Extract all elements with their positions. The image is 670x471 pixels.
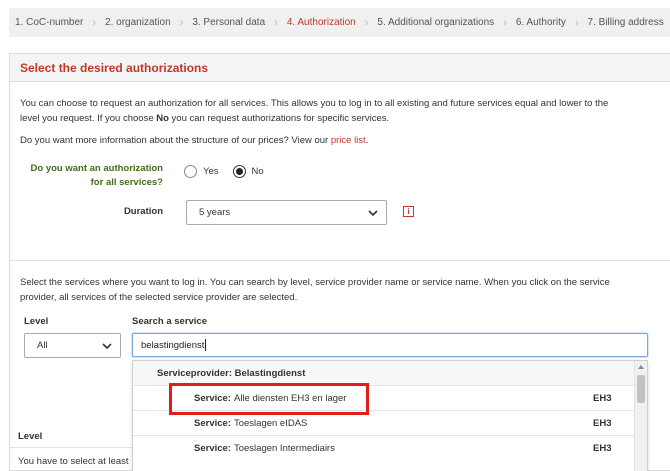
- radio-no[interactable]: No: [232, 165, 264, 178]
- radio-yes-label: Yes: [203, 166, 219, 177]
- prices-sentence: Do you want more information about the s…: [20, 135, 331, 146]
- service-level: EH3: [593, 392, 612, 404]
- chevron-down-icon: [368, 209, 378, 216]
- step-separator-icon: ›: [364, 16, 369, 29]
- step-6: 6. Authority: [515, 17, 566, 28]
- radio-yes[interactable]: Yes: [184, 165, 219, 178]
- price-list-link[interactable]: price list: [331, 135, 366, 146]
- duration-select[interactable]: 5 years: [186, 200, 387, 225]
- prices-text: Do you want more information about the s…: [20, 133, 660, 148]
- step-separator-icon: ›: [274, 16, 278, 29]
- service-title: Toeslagen eIDAS: [233, 417, 308, 429]
- dropdown-scrollbar[interactable]: [634, 361, 647, 471]
- step-4: 4. Authorization: [286, 17, 356, 28]
- chevron-down-icon: [102, 342, 112, 349]
- service-name: Service: Toeslagen eIDAS: [194, 418, 307, 429]
- services-intro-line-2: provider, all services of the selected s…: [20, 292, 298, 303]
- duration-value: 5 years: [199, 207, 231, 218]
- step-separator-icon: ›: [92, 16, 97, 29]
- search-input-value: belastingdienst: [141, 339, 205, 351]
- service-level: EH3: [593, 442, 612, 454]
- services-intro: Select the services where you want to lo…: [20, 275, 660, 305]
- step-2: 2. organization: [105, 17, 171, 28]
- info-icon[interactable]: i: [403, 206, 414, 217]
- duration-label: Duration: [123, 206, 163, 217]
- section-divider: [10, 260, 670, 261]
- level-value: All: [37, 340, 48, 351]
- step-7: 7. Billing address: [587, 17, 664, 28]
- scroll-thumb[interactable]: [637, 375, 645, 403]
- services-intro-line-1: Select the services where you want to lo…: [20, 277, 610, 288]
- level-select[interactable]: All: [24, 333, 121, 358]
- search-label: Search a service: [132, 316, 208, 327]
- text-cursor: [205, 339, 207, 351]
- service-name: Service: Toeslagen Intermediairs: [194, 443, 335, 454]
- scroll-up-arrow-icon[interactable]: [638, 365, 644, 369]
- level-label: Level: [24, 316, 49, 327]
- prices-end: .: [365, 135, 369, 146]
- intro-line-2-a: level you request. If you choose: [20, 113, 157, 124]
- step-separator-icon: ›: [179, 16, 184, 29]
- all-services-radio-group: Yes No: [184, 165, 264, 178]
- intro-no-bold: No: [156, 113, 169, 124]
- service-prefix: Service:: [194, 442, 231, 454]
- panel-title: Select the desired authorizations: [20, 60, 209, 75]
- service-search-input[interactable]: belastingdienst: [132, 333, 648, 357]
- service-prefix: Service:: [194, 417, 231, 429]
- panel-header: Select the desired authorizations: [10, 54, 670, 82]
- wizard-steps: 1. CoC-number › 2. organization › 3. Persona…: [9, 8, 670, 37]
- radio-no-label: No: [251, 166, 264, 177]
- intro-line-1: You can choose to request an authorizati…: [20, 98, 609, 109]
- behind-level-heading: Level: [18, 431, 43, 442]
- behind-note: You have to select at least: [18, 456, 129, 467]
- step-3: 3. Personal data: [192, 17, 266, 28]
- service-autocomplete-dropdown: Serviceprovider: Belastingdienst Service…: [132, 360, 648, 471]
- step-separator-icon: ›: [574, 16, 579, 29]
- intro-text: You can choose to request an authorizati…: [20, 96, 660, 126]
- question-line-1: Do you want an authorization: [30, 163, 163, 174]
- radio-no-circle[interactable]: [232, 165, 246, 178]
- question-line-2: for all services?: [90, 177, 163, 188]
- step-separator-icon: ›: [503, 16, 507, 29]
- radio-yes-circle[interactable]: [184, 165, 197, 178]
- service-level: EH3: [593, 417, 612, 429]
- behind-divider: [10, 447, 132, 448]
- intro-line-2: level you request. If you choose No you …: [20, 111, 660, 126]
- dropdown-group-serviceprovider[interactable]: Serviceprovider: Belastingdienst: [133, 361, 647, 385]
- dropdown-service-item[interactable]: Service: Toeslagen Intermediairs EH3: [133, 435, 647, 460]
- service-title: Toeslagen Intermediairs: [233, 442, 335, 454]
- intro-line-2-b: you can request authorizations for speci…: [168, 113, 390, 124]
- group-label: Serviceprovider: Belastingdienst: [157, 367, 306, 379]
- highlight-box: [169, 383, 369, 415]
- step-1: 1. CoC-number: [15, 17, 84, 28]
- all-services-question: Do you want an authorization for all ser…: [20, 162, 163, 190]
- step-5: 5. Additional organizations: [377, 17, 495, 28]
